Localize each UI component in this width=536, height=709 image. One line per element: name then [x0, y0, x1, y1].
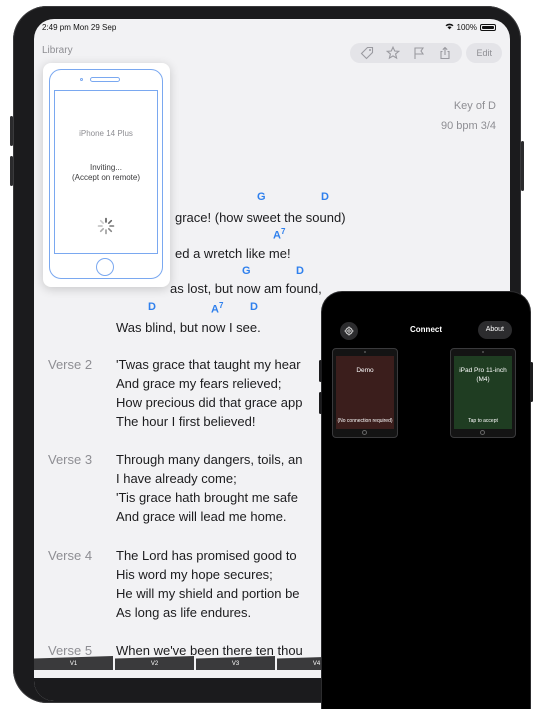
song-info: Key of D 90 bpm 3/4 — [441, 96, 496, 136]
lyric-line: ed a wretch like me! — [175, 246, 291, 261]
tag-icon[interactable] — [360, 46, 374, 60]
invite-popover: iPhone 14 Plus Inviting... (Accept on re… — [43, 63, 170, 287]
device-tile-note: Tap to accept — [468, 418, 498, 424]
lyric-line: And grace my fears relieved; — [116, 376, 282, 391]
speaker-slot — [90, 77, 120, 82]
side-button — [530, 362, 533, 402]
invited-device-name: iPhone 14 Plus — [79, 129, 133, 138]
camera-dot — [80, 78, 83, 81]
device-tile-name: Demo — [356, 367, 374, 374]
home-button — [362, 430, 367, 435]
song-toolbar: Edit — [350, 43, 502, 63]
lyric-line: Through many dangers, toils, an — [116, 452, 303, 467]
lyric-line: 'Twas grace that taught my hear — [116, 357, 301, 372]
volume-button — [10, 116, 13, 146]
lyric-line: He will my shield and portion be — [116, 586, 300, 601]
invite-hint-text: (Accept on remote) — [71, 173, 141, 182]
chord: D — [250, 301, 258, 313]
home-button — [480, 430, 485, 435]
lyric-line: I have already come; — [116, 471, 237, 486]
iphone-screen: iPhone 14 Plus Inviting... (Accept on re… — [54, 90, 158, 254]
verse-label: Verse 4 — [48, 548, 93, 563]
lyric-line: How precious did that grace app — [116, 395, 303, 410]
home-button — [96, 258, 114, 276]
chord: D — [148, 301, 156, 313]
remote-device: Connect About Demo (No connection requir… — [319, 292, 533, 709]
verse-tab-v2[interactable]: V2 — [115, 656, 194, 670]
chord: A7 — [211, 301, 223, 316]
status-bar: 2:49 pm Mon 29 Sep 100% — [34, 19, 510, 35]
device-tile-demo[interactable]: Demo (No connection required) — [332, 348, 398, 438]
volume-button — [10, 156, 13, 186]
about-button[interactable]: About — [477, 321, 512, 339]
lyric-line: 'Tis grace hath brought me safe — [116, 490, 298, 505]
share-icon[interactable] — [438, 46, 452, 60]
side-button — [319, 360, 322, 382]
chord: A7 — [273, 227, 285, 242]
battery-percent: 100% — [456, 23, 477, 32]
wifi-icon — [445, 23, 454, 32]
verse-label: Verse 2 — [48, 357, 93, 372]
lyric-line: His word my hope secures; — [116, 567, 273, 582]
chord-root: A — [273, 229, 281, 242]
camera-dot — [482, 351, 484, 353]
edit-button[interactable]: Edit — [466, 43, 502, 63]
device-tile-screen: iPad Pro 11-inch (M4) Tap to accept — [454, 356, 512, 429]
chord: D — [321, 191, 329, 203]
lyric-line: The hour I first believed! — [116, 414, 256, 429]
verse-tab-v1[interactable]: V1 — [34, 656, 113, 670]
chord: G — [257, 191, 266, 203]
loading-spinner-icon — [97, 217, 115, 235]
lyric-line: And grace will lead me home. — [116, 509, 287, 524]
device-tile-note: (No connection required) — [337, 418, 393, 424]
flag-icon[interactable] — [412, 46, 426, 60]
invite-status-text: Inviting... — [89, 163, 122, 172]
side-button — [521, 141, 524, 191]
lyric-line: as lost, but now am found, — [170, 281, 322, 296]
chord-extension: 7 — [280, 227, 286, 236]
library-back-button[interactable]: Library — [42, 45, 73, 56]
device-tile-name: iPad Pro 11-inch (M4) — [459, 367, 507, 383]
iphone-illustration: iPhone 14 Plus Inviting... (Accept on re… — [49, 69, 163, 279]
lyric-line: As long as life endures. — [116, 605, 252, 620]
star-icon[interactable] — [386, 46, 401, 60]
song-tempo-meter: 90 bpm 3/4 — [440, 120, 496, 132]
toolbar-icons — [350, 43, 463, 63]
chord: G — [242, 265, 251, 277]
verse-label: Verse 3 — [48, 452, 93, 467]
side-button — [319, 392, 322, 414]
device-tile-ipad-pro[interactable]: iPad Pro 11-inch (M4) Tap to accept — [450, 348, 516, 438]
lyric-line: The Lord has promised good to — [116, 548, 297, 563]
camera-dot — [364, 351, 366, 353]
chord: D — [296, 265, 304, 277]
lyric-line: Was blind, but now I see. — [116, 320, 261, 335]
lyric-line: grace! (how sweet the sound) — [175, 210, 346, 225]
status-indicators: 100% — [445, 23, 496, 32]
status-time: 2:49 pm Mon 29 Sep — [42, 23, 117, 32]
song-key: Key of D — [453, 100, 496, 112]
chord-root: A — [211, 303, 219, 316]
device-tile-screen: Demo (No connection required) — [336, 356, 394, 429]
chord-extension: 7 — [218, 301, 224, 310]
verse-tab-v3[interactable]: V3 — [196, 656, 275, 670]
battery-icon — [480, 24, 496, 31]
invite-status: Inviting... (Accept on remote) — [55, 163, 157, 183]
